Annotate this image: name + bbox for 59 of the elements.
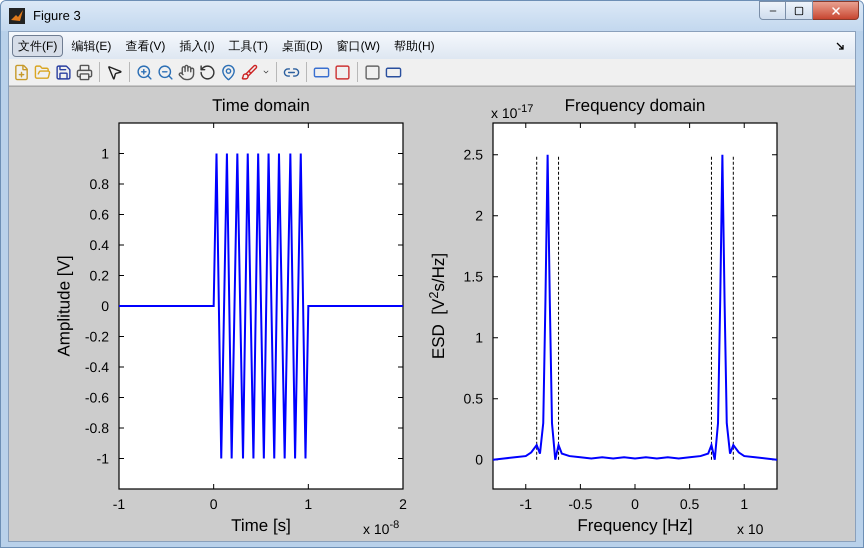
maximize-button[interactable] [786, 1, 813, 20]
x-axis-label: Frequency [Hz] [577, 516, 693, 535]
save-icon[interactable] [55, 64, 72, 80]
y-tick-label: 1 [101, 146, 109, 162]
y-axis-label: Amplitude [V] [54, 255, 75, 357]
menu-item[interactable]: 帮助(H) [388, 34, 441, 56]
y-tick-label: 0.5 [464, 390, 483, 407]
menu-item[interactable]: 窗口(W) [330, 34, 386, 56]
y-tick-label: -0.4 [84, 359, 109, 375]
y-multiplier: x 10$^{-17}$ [491, 103, 534, 121]
y-tick-label: -0.8 [84, 420, 109, 436]
y-tick-label: 0 [101, 298, 109, 314]
zoom-out-icon[interactable] [157, 64, 174, 80]
app-logo-icon [9, 8, 25, 24]
rotate-icon[interactable] [199, 64, 216, 80]
menu-item[interactable]: 工具(T) [222, 34, 274, 56]
y-tick-label: 2 [475, 208, 483, 224]
y-tick-label: 0.8 [90, 176, 109, 192]
close-button[interactable] [813, 1, 859, 20]
close-icon [830, 4, 842, 16]
x-tick-label: 0 [631, 496, 639, 512]
print-icon[interactable] [76, 64, 93, 80]
menu-item[interactable]: 文件(F) [12, 34, 64, 56]
y-tick-label: 1.5 [464, 268, 483, 285]
x-tick-label: -1 [520, 496, 532, 512]
y-tick-label: 0 [475, 452, 483, 468]
pointer-icon[interactable] [106, 64, 123, 80]
menu-item[interactable]: 桌面(D) [276, 34, 329, 56]
collapse-arrow-icon [836, 42, 844, 50]
axes-title: Frequency domain [564, 96, 706, 115]
maximize-icon [794, 6, 804, 16]
x-tick-label: -1 [112, 496, 126, 512]
y-tick-label: -1 [96, 450, 109, 466]
brush-icon[interactable] [241, 64, 258, 80]
menu-item[interactable]: 查看(V) [119, 34, 172, 56]
x-tick-label: 0 [210, 496, 218, 512]
caret-icon[interactable] [262, 68, 270, 76]
y-tick-label: 0.2 [90, 268, 109, 284]
hand-icon[interactable] [178, 64, 195, 80]
square-icon[interactable] [364, 64, 381, 80]
y-tick-label: 0.6 [90, 206, 109, 222]
y-tick-label: 0.4 [90, 237, 109, 253]
x-tick-label: 2 [399, 496, 407, 512]
window-title: Figure 3 [33, 7, 81, 26]
zoom-in-icon[interactable] [136, 64, 153, 80]
y-tick-label: -0.6 [84, 390, 109, 406]
menu-item[interactable]: 插入(I) [173, 34, 221, 56]
y-tick-label: 1 [475, 330, 483, 346]
x-tick-label: 1 [304, 496, 312, 512]
x-multiplier: x 10$^{-8}$ [363, 519, 400, 537]
x-tick-label: 1 [740, 496, 748, 512]
y-tick-label: -0.2 [84, 328, 109, 344]
y-tick-label: 2.5 [464, 146, 483, 163]
x-tick-label: 0.5 [680, 496, 700, 512]
menu-item[interactable]: 编辑(E) [65, 34, 118, 56]
axes-title: Time domain [212, 96, 310, 115]
x-tick-label: -0.5 [568, 496, 592, 512]
x-multiplier: x 10 [737, 521, 764, 537]
x-axis-label: Time [s] [231, 516, 291, 535]
